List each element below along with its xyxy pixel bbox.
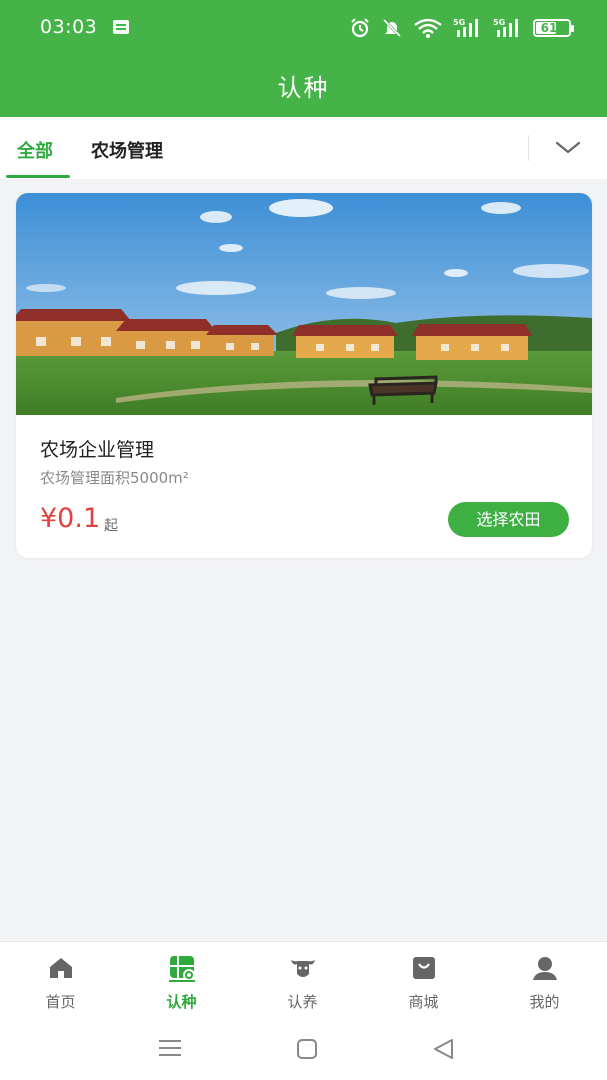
battery-level: 61 xyxy=(540,21,558,35)
alarm-icon xyxy=(351,18,369,38)
system-nav-bar xyxy=(0,1020,607,1080)
user-icon xyxy=(533,957,557,980)
plant-icon xyxy=(169,956,195,982)
tabbar-label-home: 首页 xyxy=(45,993,76,1011)
svg-text:5G: 5G xyxy=(453,18,465,27)
farm-card[interactable]: 农场企业管理 农场管理面积5000m² ¥0.1 起 选择农田 xyxy=(16,193,592,558)
shop-bag-icon xyxy=(413,957,435,979)
tabbar-item-shop[interactable]: 商城 xyxy=(363,942,484,1021)
status-icons: 5G 5G 61 xyxy=(349,15,574,41)
tabbar-item-mine[interactable]: 我的 xyxy=(484,942,605,1021)
tabbar-label-mine: 我的 xyxy=(529,993,560,1011)
status-time: 03:03 xyxy=(40,16,98,38)
status-bar: 03:03 5G 5G 61 xyxy=(0,0,607,56)
tabbar-label-plant: 认种 xyxy=(166,993,197,1011)
active-tab-indicator xyxy=(6,175,70,178)
svg-text:5G: 5G xyxy=(493,18,505,27)
back-triangle-icon[interactable] xyxy=(432,1038,456,1060)
home-square-icon[interactable] xyxy=(296,1038,318,1060)
battery-icon: 61 xyxy=(533,19,574,37)
tabbar-item-adopt[interactable]: 认养 xyxy=(242,942,363,1021)
wifi-icon xyxy=(414,18,442,38)
menu-icon[interactable] xyxy=(158,1038,182,1058)
signal-5g-icon-1: 5G xyxy=(453,18,478,37)
page-title: 认种 xyxy=(277,74,330,102)
message-notification-icon xyxy=(113,20,129,34)
tab-all[interactable]: 全部 xyxy=(17,137,53,163)
mute-bell-icon xyxy=(382,18,402,38)
home-icon xyxy=(50,958,72,978)
tab-farm-management[interactable]: 农场管理 xyxy=(91,137,163,163)
tabbar-label-adopt: 认养 xyxy=(287,993,318,1011)
app-header: 03:03 5G 5G 61 认种 xyxy=(0,0,607,117)
tabbar-item-plant[interactable]: 认种 xyxy=(121,942,242,1021)
price: ¥0.1 xyxy=(40,503,101,534)
bottom-tab-bar: 首页 认种 认养 商城 我的 xyxy=(0,941,607,1020)
tab-divider xyxy=(528,135,529,161)
tabbar-item-home[interactable]: 首页 xyxy=(0,942,121,1021)
chevron-down-icon[interactable] xyxy=(552,137,584,159)
tabbar-label-shop: 商城 xyxy=(408,993,439,1011)
farm-area: 农场管理面积5000m² xyxy=(40,469,189,487)
farm-photo xyxy=(16,193,592,415)
signal-5g-icon-2: 5G xyxy=(493,18,518,37)
price-unit: 起 xyxy=(104,518,118,534)
select-field-button[interactable]: 选择农田 xyxy=(448,502,569,537)
category-tabs: 全部 农场管理 xyxy=(0,117,607,179)
farm-name: 农场企业管理 xyxy=(40,439,155,461)
cow-icon xyxy=(291,960,315,977)
